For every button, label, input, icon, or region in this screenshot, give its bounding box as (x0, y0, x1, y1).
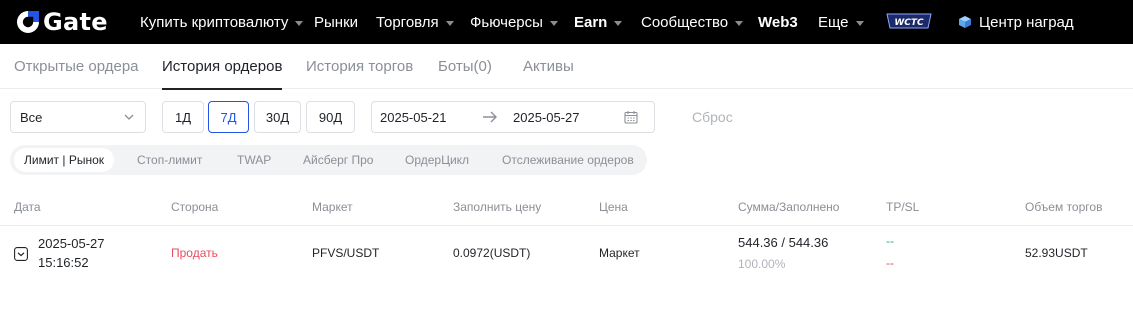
period-90d-button[interactable]: 90Д (306, 101, 355, 133)
nav-futures[interactable]: Фьючерсы (470, 0, 558, 44)
pill-label: Стоп-лимит (137, 153, 203, 167)
column-tp-sl: TP/SL (886, 200, 920, 214)
period-label: 7Д (220, 109, 237, 125)
nav-label: Сообщество (641, 13, 729, 31)
order-time: 15:16:52 (38, 255, 89, 270)
chevron-down-icon (124, 114, 134, 120)
period-30d-button[interactable]: 30Д (254, 101, 301, 133)
nav-label: Рынки (314, 13, 359, 31)
nav-buy-crypto[interactable]: Купить криптовалюту (140, 0, 304, 44)
pill-label: ОрдерЦикл (405, 153, 470, 167)
order-volume: 52.93USDT (1025, 246, 1088, 260)
column-market: Маркет (312, 200, 353, 214)
period-label: 1Д (174, 109, 192, 125)
order-type-twap[interactable]: TWAP (237, 145, 271, 175)
caret-down-icon (614, 20, 623, 26)
nav-more[interactable]: Еще (818, 0, 864, 44)
column-fill-price: Заполнить цену (453, 200, 542, 214)
tab-label: История ордеров (162, 58, 283, 75)
tab-bots[interactable]: Боты(0) (438, 44, 492, 89)
tab-label: Активы (523, 58, 574, 75)
tab-label: Открытые ордера (14, 58, 139, 75)
order-tabs: Открытые ордера История ордеров История … (0, 44, 1133, 90)
period-label: 30Д (265, 109, 290, 125)
arrow-right-icon (483, 111, 497, 123)
nav-trade[interactable]: Торговля (376, 0, 454, 44)
market-filter-select[interactable]: Все (10, 101, 146, 133)
order-type-stop-limit[interactable]: Стоп-лимит (137, 145, 202, 175)
active-tab-indicator (162, 88, 283, 90)
column-volume: Объем торгов (1025, 200, 1103, 214)
tab-open-orders[interactable]: Открытые ордера (14, 44, 139, 89)
tab-order-history[interactable]: История ордеров (162, 44, 283, 90)
nav-label: Центр наград (979, 13, 1074, 31)
order-filled-percent: 100.00% (738, 257, 786, 271)
top-nav: Gate Купить криптовалюту Рынки Торговля … (0, 0, 1133, 44)
order-type-order-cycle[interactable]: ОрдерЦикл (405, 145, 469, 175)
nav-rewards-center[interactable]: Центр наград (958, 0, 1074, 44)
nav-label: Фьючерсы (470, 13, 543, 31)
calendar-icon[interactable] (624, 110, 638, 124)
pill-label: Лимит | Рынок (24, 153, 104, 167)
nav-community[interactable]: Сообщество (641, 0, 744, 44)
caret-down-icon (735, 20, 744, 26)
order-type-trailing[interactable]: Отслеживание ордеров (502, 145, 634, 175)
order-amount: 544.36 / 544.36 (738, 235, 829, 250)
nav-markets[interactable]: Рынки (314, 0, 358, 44)
gate-logo-icon (17, 11, 39, 33)
date-from[interactable]: 2025-05-21 (380, 102, 447, 132)
order-fill-price: 0.0972(USDT) (453, 246, 531, 260)
tab-label: История торгов (306, 58, 414, 75)
tab-trade-history[interactable]: История торгов (306, 44, 413, 89)
caret-down-icon (549, 20, 558, 26)
pill-label: Айсберг Про (303, 153, 374, 167)
table-row: 2025-05-27 15:16:52 Продать PFVS/USDT 0.… (0, 227, 1133, 279)
reset-button[interactable]: Сброс (692, 101, 733, 133)
order-take-profit: -- (886, 234, 894, 248)
caret-down-icon (855, 20, 864, 26)
gift-cube-icon (959, 16, 971, 28)
date-to[interactable]: 2025-05-27 (513, 102, 580, 132)
wctc-badge-icon[interactable]: WCTC (884, 11, 934, 31)
expand-row-icon[interactable] (14, 247, 28, 261)
svg-text:WCTC: WCTC (894, 18, 924, 28)
pill-label: TWAP (237, 153, 272, 167)
order-side: Продать (171, 246, 218, 260)
nav-label: Торговля (376, 13, 439, 31)
order-type-limit-market[interactable]: Лимит | Рынок (14, 148, 114, 172)
period-7d-button[interactable]: 7Д (208, 101, 249, 133)
order-date: 2025-05-27 (38, 236, 105, 251)
period-label: 90Д (318, 109, 343, 125)
order-stop-loss: -- (886, 256, 894, 270)
caret-down-icon (295, 20, 304, 26)
orders-table-header: Дата Сторона Маркет Заполнить цену Цена … (0, 189, 1133, 226)
caret-down-icon (445, 20, 454, 26)
pill-label: Отслеживание ордеров (502, 153, 634, 167)
brand-name: Gate (43, 8, 108, 36)
tab-assets[interactable]: Активы (523, 44, 574, 89)
nav-earn[interactable]: Earn (574, 0, 623, 44)
nav-label: Еще (818, 13, 849, 31)
period-1d-button[interactable]: 1Д (162, 101, 204, 133)
column-amount-filled: Сумма/Заполнено (738, 200, 840, 214)
column-side: Сторона (171, 200, 219, 214)
order-market[interactable]: PFVS/USDT (312, 246, 379, 260)
nav-web3[interactable]: Web3 (758, 0, 798, 44)
order-type-switcher: Лимит | Рынок Стоп-лимит TWAP Айсберг Пр… (10, 145, 647, 175)
gate-logo[interactable]: Gate (15, 7, 108, 37)
column-price: Цена (599, 200, 628, 214)
column-date: Дата (14, 200, 41, 214)
nav-label: Earn (574, 13, 608, 31)
order-type-iceberg-pro[interactable]: Айсберг Про (303, 145, 373, 175)
date-range-picker[interactable]: 2025-05-21 2025-05-27 (371, 101, 655, 133)
tab-label: Боты(0) (438, 58, 492, 75)
nav-label: Web3 (758, 13, 798, 31)
order-price: Маркет (599, 246, 640, 260)
nav-label: Купить криптовалюту (140, 13, 289, 31)
select-value: Все (20, 109, 43, 125)
